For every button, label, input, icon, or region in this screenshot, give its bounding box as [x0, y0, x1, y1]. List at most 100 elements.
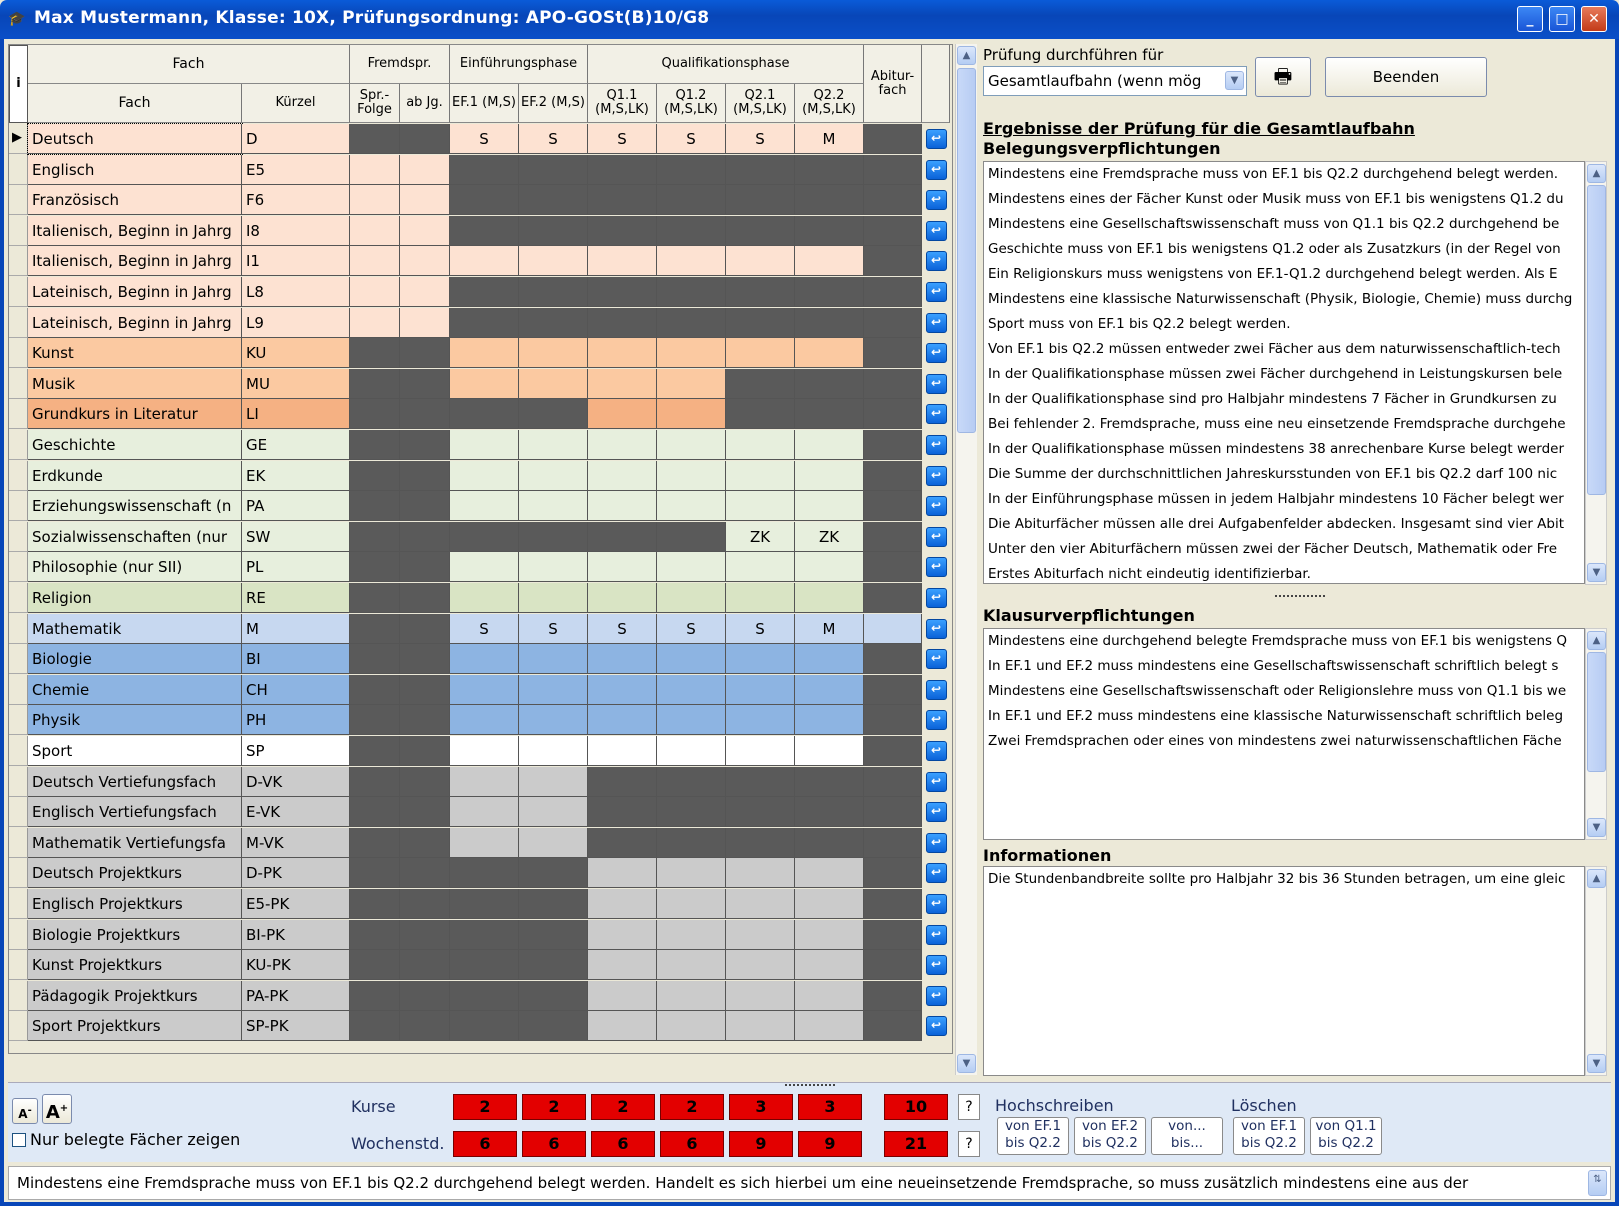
- fach-cell[interactable]: Italienisch, Beginn in Jahrg: [28, 246, 242, 276]
- reset-row-icon[interactable]: [926, 894, 947, 914]
- reset-row-icon[interactable]: [926, 772, 947, 792]
- course-cell[interactable]: [588, 430, 657, 460]
- course-cell[interactable]: [726, 767, 795, 797]
- fach-cell[interactable]: Kunst Projektkurs: [28, 950, 242, 980]
- row-selector[interactable]: [9, 399, 28, 429]
- message-item[interactable]: In EF.1 und EF.2 muss mindestens eine kl…: [984, 704, 1584, 729]
- course-cell[interactable]: [795, 828, 864, 858]
- course-cell[interactable]: [519, 430, 588, 460]
- course-cell[interactable]: [519, 797, 588, 827]
- fach-cell[interactable]: Sozialwissenschaften (nur: [28, 522, 242, 552]
- course-cell[interactable]: [864, 216, 922, 246]
- course-cell[interactable]: [657, 583, 726, 613]
- course-cell[interactable]: [519, 246, 588, 276]
- font-smaller-button[interactable]: A-: [12, 1098, 38, 1124]
- fach-cell[interactable]: Mathematik: [28, 614, 242, 644]
- splitter-handle[interactable]: [1275, 595, 1325, 597]
- course-cell[interactable]: S: [588, 614, 657, 644]
- course-cell[interactable]: [726, 491, 795, 521]
- course-cell[interactable]: [588, 583, 657, 613]
- course-cell[interactable]: [450, 246, 519, 276]
- course-cell[interactable]: [519, 1011, 588, 1041]
- course-cell[interactable]: S: [657, 124, 726, 154]
- reset-row-icon[interactable]: [926, 802, 947, 822]
- course-cell[interactable]: [350, 920, 400, 950]
- reset-row-icon[interactable]: [926, 160, 947, 180]
- course-cell[interactable]: [657, 399, 726, 429]
- course-cell[interactable]: [864, 858, 922, 888]
- fach-cell[interactable]: Sport Projektkurs: [28, 1011, 242, 1041]
- course-cell[interactable]: [588, 675, 657, 705]
- course-cell[interactable]: [864, 155, 922, 185]
- scroll-down-icon[interactable]: ▼: [957, 1054, 976, 1073]
- hochschreiben-custom-button[interactable]: von... bis...: [1151, 1117, 1223, 1155]
- course-cell[interactable]: [657, 981, 726, 1011]
- fach-cell[interactable]: Musik: [28, 369, 242, 399]
- reset-row-icon[interactable]: [926, 404, 947, 424]
- course-cell[interactable]: [350, 124, 400, 154]
- course-cell[interactable]: [657, 797, 726, 827]
- course-cell[interactable]: [864, 491, 922, 521]
- course-cell[interactable]: [588, 828, 657, 858]
- course-cell[interactable]: [519, 461, 588, 491]
- course-cell[interactable]: [795, 491, 864, 521]
- scroll-down-icon[interactable]: ▼: [1587, 818, 1606, 837]
- row-selector[interactable]: [9, 461, 28, 491]
- row-selector[interactable]: [9, 767, 28, 797]
- message-item[interactable]: In der Qualifikationsphase sind pro Halb…: [984, 387, 1584, 412]
- header-kuerzel[interactable]: Kürzel: [242, 84, 350, 123]
- course-cell[interactable]: [519, 950, 588, 980]
- reset-row-icon[interactable]: [926, 1016, 947, 1036]
- message-item[interactable]: Mindestens eine Gesellschaftswissenschaf…: [984, 679, 1584, 704]
- course-cell[interactable]: [400, 797, 450, 827]
- reset-row-icon[interactable]: [926, 986, 947, 1006]
- course-cell[interactable]: S: [450, 124, 519, 154]
- fach-cell[interactable]: Grundkurs in Literatur: [28, 399, 242, 429]
- course-cell[interactable]: [588, 338, 657, 368]
- course-cell[interactable]: [588, 981, 657, 1011]
- course-cell[interactable]: [519, 828, 588, 858]
- reset-row-icon[interactable]: [926, 557, 947, 577]
- course-cell[interactable]: [726, 705, 795, 735]
- course-cell[interactable]: S: [519, 614, 588, 644]
- course-cell[interactable]: [350, 797, 400, 827]
- course-cell[interactable]: [588, 461, 657, 491]
- course-cell[interactable]: [795, 705, 864, 735]
- kuerzel-cell[interactable]: RE: [242, 583, 350, 613]
- course-cell[interactable]: [588, 369, 657, 399]
- course-cell[interactable]: [657, 430, 726, 460]
- course-cell[interactable]: [400, 583, 450, 613]
- course-cell[interactable]: [519, 216, 588, 246]
- course-cell[interactable]: [400, 920, 450, 950]
- fach-cell[interactable]: Chemie: [28, 675, 242, 705]
- course-cell[interactable]: [795, 920, 864, 950]
- course-cell[interactable]: [726, 858, 795, 888]
- course-cell[interactable]: [657, 491, 726, 521]
- course-cell[interactable]: [350, 338, 400, 368]
- course-cell[interactable]: [400, 981, 450, 1011]
- course-cell[interactable]: [350, 246, 400, 276]
- kuerzel-cell[interactable]: PH: [242, 705, 350, 735]
- course-cell[interactable]: [350, 1011, 400, 1041]
- kuerzel-cell[interactable]: SP: [242, 736, 350, 766]
- message-item[interactable]: In der Qualifikationsphase müssen zwei F…: [984, 362, 1584, 387]
- course-cell[interactable]: [450, 430, 519, 460]
- info-scrollbar[interactable]: ▲ ▼: [1585, 866, 1607, 1076]
- course-cell[interactable]: [519, 491, 588, 521]
- course-cell[interactable]: [726, 889, 795, 919]
- course-cell[interactable]: [450, 308, 519, 338]
- scroll-down-icon[interactable]: ▼: [1587, 563, 1606, 582]
- course-cell[interactable]: [400, 828, 450, 858]
- beenden-button[interactable]: Beenden: [1325, 57, 1487, 97]
- reset-row-icon[interactable]: [926, 251, 947, 271]
- kuerzel-cell[interactable]: MU: [242, 369, 350, 399]
- course-cell[interactable]: [726, 185, 795, 215]
- course-cell[interactable]: [726, 155, 795, 185]
- course-cell[interactable]: [864, 552, 922, 582]
- course-cell[interactable]: [726, 736, 795, 766]
- scroll-thumb[interactable]: [1587, 185, 1606, 495]
- course-cell[interactable]: [657, 185, 726, 215]
- course-cell[interactable]: [519, 981, 588, 1011]
- fach-cell[interactable]: Philosophie (nur SII): [28, 552, 242, 582]
- course-cell[interactable]: [864, 338, 922, 368]
